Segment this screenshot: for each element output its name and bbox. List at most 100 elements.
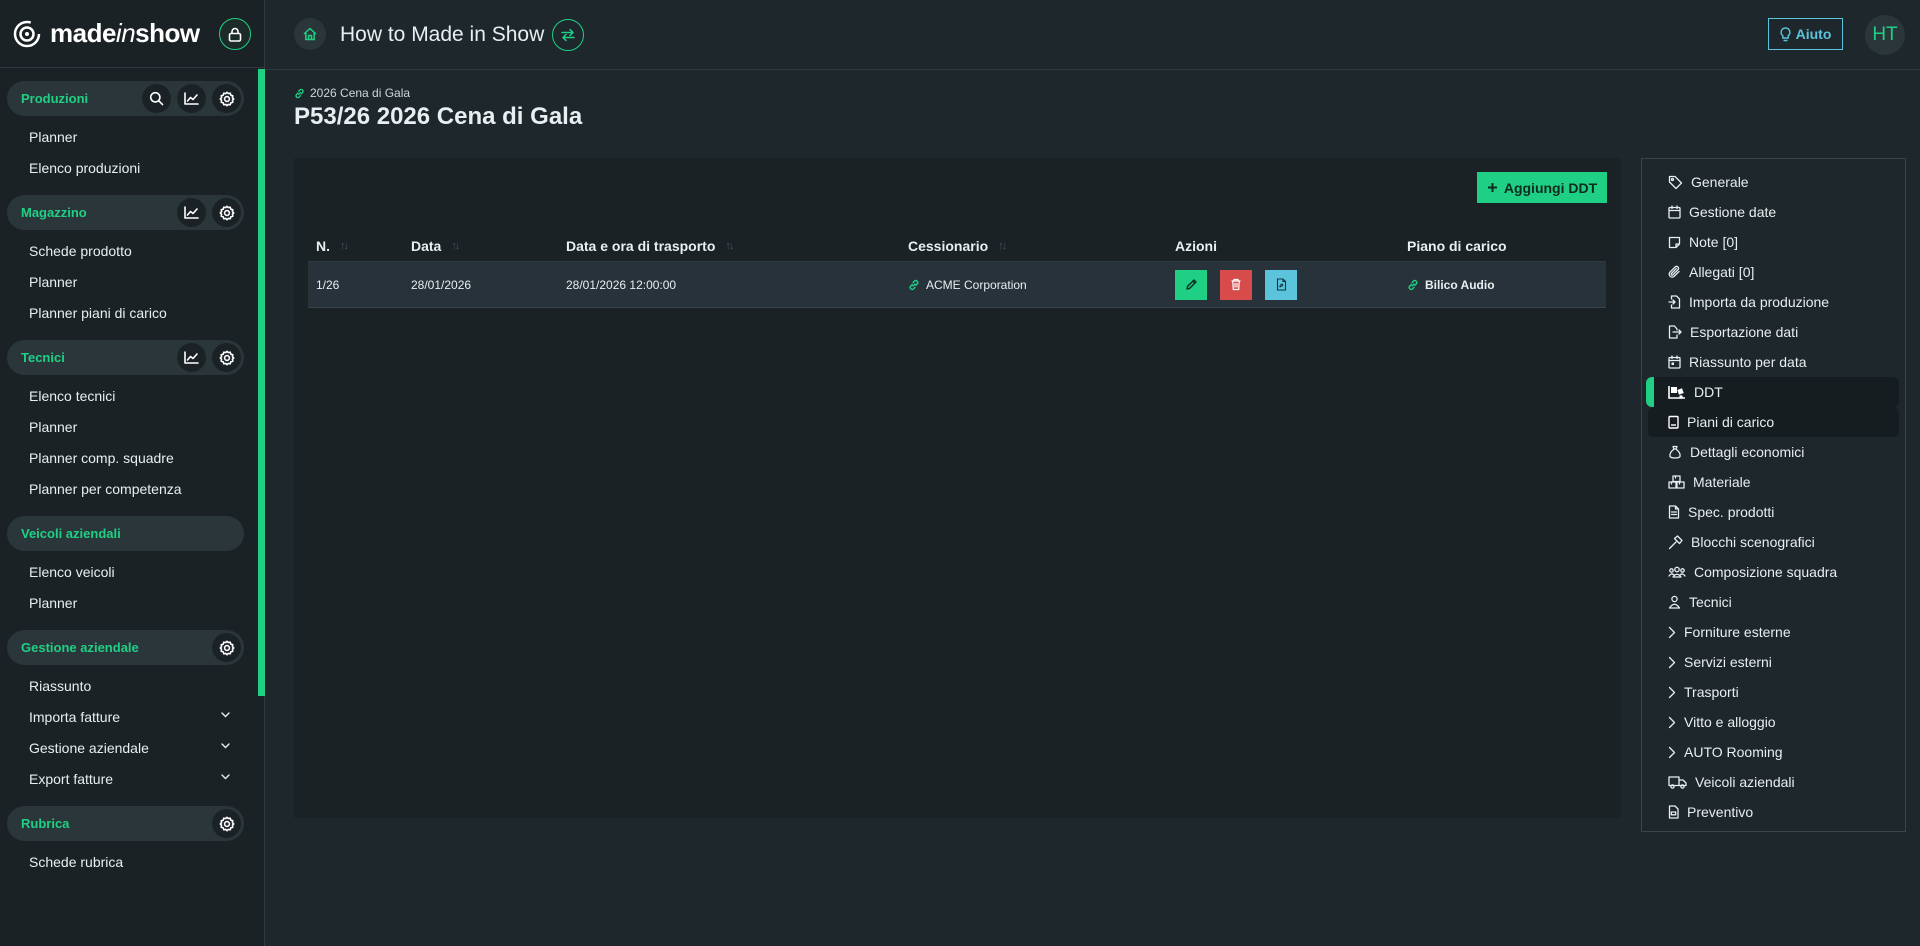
nav-item-vitto-e-alloggio[interactable]: Vitto e alloggio [1648,707,1899,737]
nav-item-spec-prodotti[interactable]: Spec. prodotti [1648,497,1899,527]
sidebar-item-planner-comp-squadre[interactable]: Planner comp. squadre [7,442,244,473]
chart-button[interactable] [177,343,206,372]
home-icon [302,26,318,42]
breadcrumb[interactable]: 2026 Cena di Gala [294,86,410,100]
sidebar-item-planner[interactable]: Planner [7,587,244,618]
sidebar-item-planner[interactable]: Planner [7,266,244,297]
column-header-piano: Piano di carico [1407,237,1507,254]
column-header-n[interactable]: N. ↑↓ [308,238,403,254]
logo[interactable]: madeinshow [0,0,264,68]
sidebar-item-elenco-veicoli[interactable]: Elenco veicoli [7,556,244,587]
chevron-down-icon [221,712,230,718]
sidebar-section-header[interactable]: Magazzino [7,195,244,230]
nav-item-label: Dettagli economici [1690,444,1805,460]
nav-item-servizi-esterni[interactable]: Servizi esterni [1648,647,1899,677]
column-header-cessionario[interactable]: Cessionario ↑↓ [900,238,1167,254]
sidebar-item-elenco-tecnici[interactable]: Elenco tecnici [7,380,244,411]
sidebar-section-header[interactable]: Veicoli aziendali [7,516,244,551]
gear-button[interactable] [212,84,241,113]
sidebar-section-title: Tecnici [21,350,65,365]
home-button[interactable] [294,18,326,50]
search-button[interactable] [142,84,171,113]
sidebar-section-header[interactable]: Rubrica [7,806,244,841]
nav-item-importa-da-produzione[interactable]: Importa da produzione [1648,287,1899,317]
nav-item-label: Trasporti [1684,684,1739,700]
cell-piano[interactable]: Bilico Audio [1399,278,1606,292]
nav-item-blocchi-scenografici[interactable]: Blocchi scenografici [1648,527,1899,557]
sidebar-section-rubrica: Rubrica Schede rubrica [7,806,244,877]
sidebar-item-schede-rubrica[interactable]: Schede rubrica [7,846,244,877]
nav-item-materiale[interactable]: Materiale [1648,467,1899,497]
sidebar-item-schede-prodotto[interactable]: Schede prodotto [7,235,244,266]
nav-item-dettagli-economici[interactable]: Dettagli economici [1648,437,1899,467]
sidebar-item-label: Planner [29,418,78,435]
gear-button[interactable] [212,633,241,662]
sidebar-section-header[interactable]: Gestione aziendale [7,630,244,665]
gear-icon [219,205,235,221]
nav-item-label: Servizi esterni [1684,654,1772,670]
sidebar-item-gestione-aziendale[interactable]: Gestione aziendale [7,732,244,763]
plus-icon [1487,182,1498,193]
sidebar-section-header[interactable]: Produzioni [7,81,244,116]
gear-button[interactable] [212,809,241,838]
nav-item-generale[interactable]: Generale [1648,167,1899,197]
cell-cessionario[interactable]: ACME Corporation [900,278,1167,292]
chart-button[interactable] [177,84,206,113]
nav-item-piani-di-carico[interactable]: Piani di carico [1648,407,1899,437]
gear-button[interactable] [212,198,241,227]
switch-company-button[interactable] [552,19,584,51]
sidebar-section-gestione-aziendale: Gestione aziendale Riassunto Importa fat… [7,630,244,794]
nav-item-tecnici[interactable]: Tecnici [1648,587,1899,617]
sidebar-item-export-fatture[interactable]: Export fatture [7,763,244,794]
cessionario-link[interactable]: ACME Corporation [926,278,1027,292]
nav-item-ddt[interactable]: DDT [1646,377,1899,407]
money-bag-icon [1668,445,1682,459]
avatar[interactable]: HT [1865,15,1905,55]
nav-item-trasporti[interactable]: Trasporti [1648,677,1899,707]
piano-link[interactable]: Bilico Audio [1425,278,1495,292]
sidebar-item-elenco-produzioni[interactable]: Elenco produzioni [7,152,244,183]
nav-item-veicoli-aziendali[interactable]: Veicoli aziendali [1648,767,1899,797]
gear-button[interactable] [212,343,241,372]
nav-item-preventivo[interactable]: Preventivo [1648,797,1899,827]
nav-item-riassunto-per-data[interactable]: Riassunto per data [1648,347,1899,377]
nav-item-label: Blocchi scenografici [1691,534,1815,550]
sidebar-item-planner[interactable]: Planner [7,411,244,442]
column-header-data[interactable]: Data ↑↓ [403,238,558,254]
chevron-right-icon [1668,626,1676,639]
sidebar-scrollbar[interactable] [258,69,265,696]
sidebar-item-importa-fatture[interactable]: Importa fatture [7,701,244,732]
sidebar-item-planner-piani-di-carico[interactable]: Planner piani di carico [7,297,244,328]
nav-item-forniture-esterne[interactable]: Forniture esterne [1648,617,1899,647]
sidebar-item-planner-per-competenza[interactable]: Planner per competenza [7,473,244,504]
nav-item-esportazione-dati[interactable]: Esportazione dati [1648,317,1899,347]
pdf-button[interactable] [1265,269,1297,300]
delete-button[interactable] [1220,269,1252,300]
users-icon [1668,565,1686,579]
sidebar-section-header[interactable]: Tecnici [7,340,244,375]
nav-item-note-0[interactable]: Note [0] [1648,227,1899,257]
nav-item-label: Importa da produzione [1689,294,1830,310]
nav-item-label: Riassunto per data [1689,354,1807,370]
sidebar-item-riassunto[interactable]: Riassunto [7,670,244,701]
nav-item-label: DDT [1694,384,1723,400]
edit-button[interactable] [1175,269,1207,300]
tag-icon [1668,175,1683,190]
nav-item-gestione-date[interactable]: Gestione date [1648,197,1899,227]
help-button[interactable]: Aiuto [1768,18,1843,50]
chevron-right-icon [1668,746,1676,759]
nav-item-auto-rooming[interactable]: AUTO Rooming [1648,737,1899,767]
link-icon [1407,279,1419,291]
lock-icon [228,27,242,42]
nav-item-allegati-0[interactable]: Allegati [0] [1648,257,1899,287]
nav-item-composizione-squadra[interactable]: Composizione squadra [1648,557,1899,587]
table-row[interactable]: 1/26 28/01/2026 28/01/2026 12:00:00 ACME… [308,262,1606,308]
column-header-trasporto[interactable]: Data e ora di trasporto ↑↓ [558,238,900,254]
production-nav: Generale Gestione date Note [0] Allegati… [1641,158,1906,832]
sidebar-item-planner[interactable]: Planner [7,121,244,152]
chart-icon [184,351,199,364]
sidebar-item-label: Planner comp. squadre [29,449,174,466]
lock-button[interactable] [219,18,251,50]
chart-button[interactable] [177,198,206,227]
add-ddt-button[interactable]: Aggiungi DDT [1477,172,1607,203]
